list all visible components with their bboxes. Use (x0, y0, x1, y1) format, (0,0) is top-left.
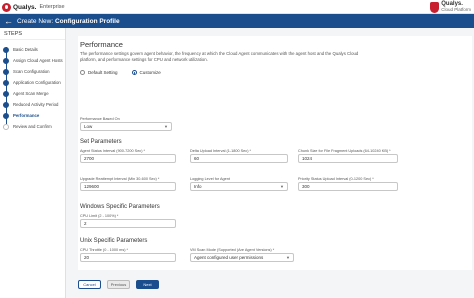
brand-bar: Qualys. Enterprise Qualys. Cloud Platfor… (0, 0, 474, 14)
page-title-prefix: Create New: (17, 17, 54, 25)
radio-label: Default Setting (88, 70, 118, 75)
agent-status-interval-input[interactable]: 2700 (80, 154, 176, 163)
field-label: Agent Status Interval (900-7200 Sec) * (80, 149, 146, 153)
step-scan-configuration[interactable]: Scan Configuration (0, 66, 65, 77)
unix-parameters-title: Unix Specific Parameters (80, 238, 148, 244)
step-pending-icon (3, 123, 9, 130)
radio-customize[interactable]: Customize (131, 70, 161, 75)
chevron-down-icon: ▼ (280, 184, 284, 189)
step-review-confirm[interactable]: Review and Confirm (0, 121, 65, 132)
next-button[interactable]: Next (136, 280, 159, 289)
platform-logo: Qualys. Cloud Platform (430, 1, 471, 13)
vm-scan-mode-select[interactable]: Agent configured user permissions ▼ (190, 253, 294, 262)
step-label: Scan Configuration (13, 69, 50, 74)
step-label: Agent Scan Merge (13, 91, 49, 96)
step-label: Review and Confirm (13, 124, 52, 129)
upgrade-reattempt-interval-field: Upgrade Reattempt Interval (Min 30-600 S… (80, 177, 176, 191)
step-label: Application Configuration (13, 80, 61, 85)
unix-cpu-throttle-field: CPU Throttle (0 - 1000 ms) * 20 (80, 248, 176, 262)
performance-card: Performance The performance settings gov… (78, 36, 472, 270)
delta-upload-interval-input[interactable]: 60 (190, 154, 288, 163)
step-done-icon (3, 46, 9, 53)
chunk-size-input[interactable]: 1024 (298, 154, 398, 163)
step-application-configuration[interactable]: Application Configuration (0, 77, 65, 88)
section-description: The performance settings govern agent be… (80, 51, 359, 62)
title-bar: ← Create New: Configuration Profile (0, 14, 474, 28)
logging-level-field: Logging Level for Agent Info ▼ (190, 177, 288, 191)
step-done-icon (3, 79, 9, 86)
set-parameters-title: Set Parameters (80, 139, 122, 145)
windows-parameters-title: Windows Specific Parameters (80, 204, 160, 210)
step-reduced-activity[interactable]: Reduced Activity Period (0, 99, 65, 110)
radio-unchecked-icon (80, 70, 85, 75)
select-value: Info (194, 184, 202, 189)
cancel-button[interactable]: Cancel (78, 280, 101, 289)
select-value: Low (84, 124, 93, 129)
chevron-down-icon: ▼ (164, 124, 168, 129)
vm-scan-mode-field: VM Scan Mode (Supported (Are Agent Versi… (190, 248, 294, 262)
performance-based-on-select[interactable]: Low ▼ (80, 122, 172, 131)
step-label: Performance (13, 113, 40, 118)
performance-based-on-field: Performance Based On Low ▼ (80, 117, 172, 131)
step-performance[interactable]: Performance (0, 110, 65, 121)
field-label: Logging Level for Agent (190, 177, 230, 181)
unix-cpu-throttle-input[interactable]: 20 (80, 253, 176, 262)
windows-cpu-limit-input[interactable]: 2 (80, 219, 176, 228)
steps-sidebar: STEPS Basic Details Assign Cloud Agent H… (0, 28, 66, 298)
step-done-icon (3, 90, 9, 97)
step-active-icon (3, 112, 9, 119)
step-agent-scan-merge[interactable]: Agent Scan Merge (0, 88, 65, 99)
platform-subtitle: Cloud Platform (441, 7, 471, 12)
step-assign-hosts[interactable]: Assign Cloud Agent Hosts (0, 55, 65, 66)
chunk-size-field: Chunk Size for File Fragment Uploads (64… (298, 149, 398, 163)
windows-cpu-limit-field: CPU Limit (2 - 100%) * 2 (80, 214, 176, 228)
wizard-footer: Cancel Previous Next (78, 280, 165, 289)
section-title: Performance (80, 40, 123, 49)
brand-logo[interactable]: Qualys. Enterprise (2, 2, 65, 12)
field-label: Priority Status Upload Interval (0-1200 … (298, 177, 374, 181)
delta-upload-interval-field: Delta Upload Interval (1-1800 Sec) * 60 (190, 149, 288, 163)
step-done-icon (3, 101, 9, 108)
page-title: Create New: Configuration Profile (17, 18, 120, 25)
upgrade-reattempt-interval-input[interactable]: 129600 (80, 182, 176, 191)
field-label: VM Scan Mode (Supported (Are Agent Versi… (190, 248, 275, 252)
radio-label: Customize (139, 70, 161, 75)
step-label: Basic Details (13, 47, 38, 52)
radio-checked-icon (131, 70, 137, 75)
previous-button[interactable]: Previous (107, 280, 130, 289)
radio-default-setting[interactable]: Default Setting (80, 70, 118, 75)
field-label: Performance Based On (80, 117, 120, 121)
field-label: CPU Limit (2 - 100%) * (80, 214, 119, 218)
agent-status-interval-field: Agent Status Interval (900-7200 Sec) * 2… (80, 149, 176, 163)
brand-edition: Enterprise (39, 4, 65, 10)
field-label: CPU Throttle (0 - 1000 ms) * (80, 248, 129, 252)
main-content: Performance The performance settings gov… (66, 28, 474, 298)
priority-status-upload-field: Priority Status Upload Interval (0-1200 … (298, 177, 398, 191)
brand-name: Qualys. (13, 3, 37, 11)
shield-icon (430, 1, 440, 13)
field-label: Upgrade Reattempt Interval (Min 30-600 S… (80, 177, 160, 181)
settings-mode-radios: Default Setting Customize (80, 70, 472, 75)
steps-list: Basic Details Assign Cloud Agent Hosts S… (0, 44, 65, 132)
qualys-logo-icon (2, 2, 11, 12)
step-done-icon (3, 57, 9, 64)
select-value: Agent configured user permissions (194, 255, 264, 260)
back-arrow-icon[interactable]: ← (4, 16, 13, 26)
field-label: Delta Upload Interval (1-1800 Sec) * (190, 149, 251, 153)
priority-status-upload-input[interactable]: 300 (298, 182, 398, 191)
step-label: Reduced Activity Period (13, 102, 59, 107)
step-done-icon (3, 68, 9, 75)
logging-level-select[interactable]: Info ▼ (190, 182, 288, 191)
step-label: Assign Cloud Agent Hosts (13, 58, 63, 63)
steps-heading: STEPS (0, 28, 65, 40)
chevron-down-icon: ▼ (286, 255, 290, 260)
step-basic-details[interactable]: Basic Details (0, 44, 65, 55)
page-title-main: Configuration Profile (54, 17, 120, 25)
field-label: Chunk Size for File Fragment Uploads (64… (298, 149, 391, 153)
